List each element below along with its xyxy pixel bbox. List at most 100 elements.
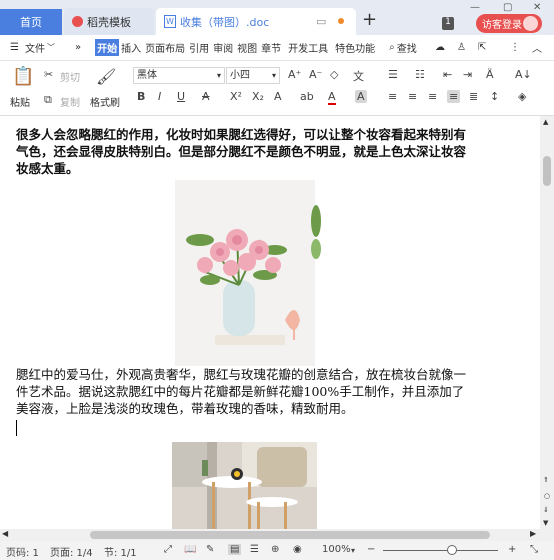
cut-button[interactable]: 剪切	[60, 69, 80, 84]
reading-mode-icon[interactable]: 📖	[184, 544, 196, 555]
menu-item-view[interactable]: 视图	[235, 40, 259, 55]
document-page[interactable]: 很多人会忽略腮红的作用，化妆时如果腮红选得好，可以让整个妆容看起来特别有气色，还…	[0, 116, 540, 529]
horizontal-scrollbar[interactable]: ◀ ▶	[0, 529, 554, 541]
paste-icon[interactable]: 📋	[12, 66, 34, 87]
guest-login-button[interactable]: 访客登录	[476, 14, 542, 33]
cloud-icon[interactable]: ☁	[435, 42, 445, 53]
pinyin-icon[interactable]: 文	[353, 68, 364, 84]
underline-button[interactable]: U	[177, 90, 185, 103]
flower-vase-image[interactable]	[175, 180, 315, 366]
new-tab-button[interactable]: +	[362, 6, 377, 33]
eye-protection-icon[interactable]: ◉	[293, 544, 302, 555]
living-room-image[interactable]	[172, 442, 317, 529]
tab-template[interactable]: 稻壳模板	[64, 8, 154, 35]
copy-button[interactable]: 复制	[60, 94, 80, 109]
next-page-icon[interactable]: ⇓	[543, 506, 549, 514]
line-spacing-icon[interactable]: ↕	[490, 90, 499, 103]
vertical-scroll-thumb[interactable]	[543, 156, 551, 186]
paste-button[interactable]: 粘贴	[10, 94, 30, 109]
window-count-badge[interactable]: 1	[442, 17, 454, 30]
menu-item-references[interactable]: 引用	[187, 40, 211, 55]
scroll-down-icon[interactable]: ▼	[543, 519, 548, 527]
format-painter-icon[interactable]: 🖌	[96, 67, 116, 86]
font-size-select[interactable]: 小四 ▾	[226, 67, 280, 84]
sort-icon[interactable]: A↓	[515, 68, 532, 81]
prev-page-icon[interactable]: ⇑	[543, 476, 549, 484]
search-menu[interactable]: 查找	[395, 40, 419, 55]
menu-item-special[interactable]: 特色功能	[333, 40, 377, 55]
bullet-list-icon[interactable]: ☰	[388, 68, 398, 81]
share-user-icon[interactable]: ♙	[457, 42, 466, 53]
zoom-in-button[interactable]: +	[508, 544, 516, 555]
increase-indent-icon[interactable]: ⇥	[463, 68, 472, 81]
horizontal-scroll-thumb[interactable]	[90, 531, 490, 539]
tab-document[interactable]: W 收集（带图）.doc ▭	[156, 8, 356, 35]
minimize-button[interactable]: —	[470, 2, 480, 13]
zoom-level[interactable]: 100%	[322, 544, 351, 555]
web-view-icon[interactable]: ⊕	[271, 544, 279, 555]
tab-home[interactable]: 首页	[0, 9, 62, 35]
zoom-menu-icon[interactable]: ▾	[351, 546, 355, 555]
text-case-icon[interactable]: Ä	[486, 68, 494, 81]
menu-item-review[interactable]: 审阅	[211, 40, 235, 55]
numbered-list-icon[interactable]: ☷	[415, 68, 425, 81]
menu-item-page-layout[interactable]: 页面布局	[143, 40, 187, 55]
side-leaf-decoration	[311, 205, 321, 259]
justify-icon[interactable]: ≡	[447, 90, 461, 103]
menu-item-developer[interactable]: 开发工具	[286, 40, 330, 55]
font-size-value: 小四	[230, 70, 250, 81]
chevron-down-icon: ▾	[216, 71, 221, 80]
tab-document-label: 收集（带图）.doc	[180, 15, 270, 29]
format-painter-button[interactable]: 格式刷	[90, 94, 120, 109]
font-color-button[interactable]: A	[328, 90, 336, 105]
decrease-indent-icon[interactable]: ⇤	[443, 68, 452, 81]
maximize-button[interactable]: ▢	[503, 2, 512, 13]
page-count[interactable]: 页面: 1/4	[50, 544, 93, 559]
bold-button[interactable]: B	[137, 90, 145, 103]
share-icon[interactable]: ⇱	[478, 42, 486, 53]
superscript-button[interactable]: X²	[230, 90, 242, 103]
subscript-button[interactable]: X₂	[252, 90, 264, 103]
grow-font-icon[interactable]: A⁺	[288, 68, 301, 81]
italic-button[interactable]: I	[158, 90, 161, 103]
font-name-select[interactable]: 黑体 ▾	[133, 67, 225, 84]
menu-item-start[interactable]: 开始	[95, 39, 120, 56]
clear-format-icon[interactable]: ◇	[330, 68, 338, 81]
page-number[interactable]: 页码: 1	[6, 544, 39, 559]
zoom-slider[interactable]	[383, 545, 498, 555]
outline-view-icon[interactable]: ☰	[250, 544, 259, 555]
close-window-button[interactable]: ✕	[533, 2, 541, 13]
menu-item-insert[interactable]: 插入	[119, 40, 143, 55]
zoom-slider-knob[interactable]	[447, 545, 457, 555]
scroll-up-icon[interactable]: ▲	[543, 118, 548, 126]
align-left-icon[interactable]: ≡	[388, 90, 397, 103]
monitor-icon[interactable]: ▭	[316, 15, 326, 28]
section-count[interactable]: 节: 1/1	[104, 544, 137, 559]
double-chevron-icon[interactable]: »	[75, 42, 81, 53]
page-view-icon[interactable]: ▤	[228, 544, 242, 555]
zoom-fit-icon[interactable]: ⤡	[530, 544, 538, 555]
write-mode-icon[interactable]: ✎	[206, 544, 214, 555]
align-right-icon[interactable]: ≡	[428, 90, 437, 103]
paragraph-2[interactable]: 腮红中的爱马仕，外观高贵奢华，腮红与玫瑰花瓣的创意结合，放在梳妆台就像一件艺术品…	[16, 366, 476, 417]
vertical-scrollbar[interactable]: ▲ ⇑ ○ ⇓ ▼	[540, 116, 554, 529]
scroll-left-icon[interactable]: ◀	[2, 529, 8, 538]
text-effect-button[interactable]: A	[274, 90, 282, 103]
shrink-font-icon[interactable]: A⁻	[309, 68, 322, 81]
scroll-right-icon[interactable]: ▶	[530, 529, 536, 538]
select-browse-icon[interactable]: ○	[544, 492, 550, 500]
paragraph-1[interactable]: 很多人会忽略腮红的作用，化妆时如果腮红选得好，可以让整个妆容看起来特别有气色，还…	[16, 126, 476, 177]
align-center-icon[interactable]: ≡	[408, 90, 417, 103]
collapse-ribbon-icon[interactable]: ︿	[532, 40, 542, 55]
file-menu[interactable]: 文件	[23, 40, 47, 55]
strikethrough-button[interactable]: A	[202, 90, 210, 103]
fullscreen-icon[interactable]: ⤢	[164, 544, 172, 555]
char-shading-button[interactable]: A	[355, 90, 367, 103]
shading-icon[interactable]: ◈	[518, 90, 526, 103]
menu-item-chapter[interactable]: 章节	[259, 40, 283, 55]
more-icon[interactable]: ⋮	[510, 42, 520, 53]
zoom-out-button[interactable]: −	[367, 544, 375, 555]
hamburger-icon[interactable]: ☰	[10, 42, 19, 53]
highlight-icon[interactable]: ab	[300, 90, 314, 103]
distributed-align-icon[interactable]: ≣	[469, 90, 478, 103]
